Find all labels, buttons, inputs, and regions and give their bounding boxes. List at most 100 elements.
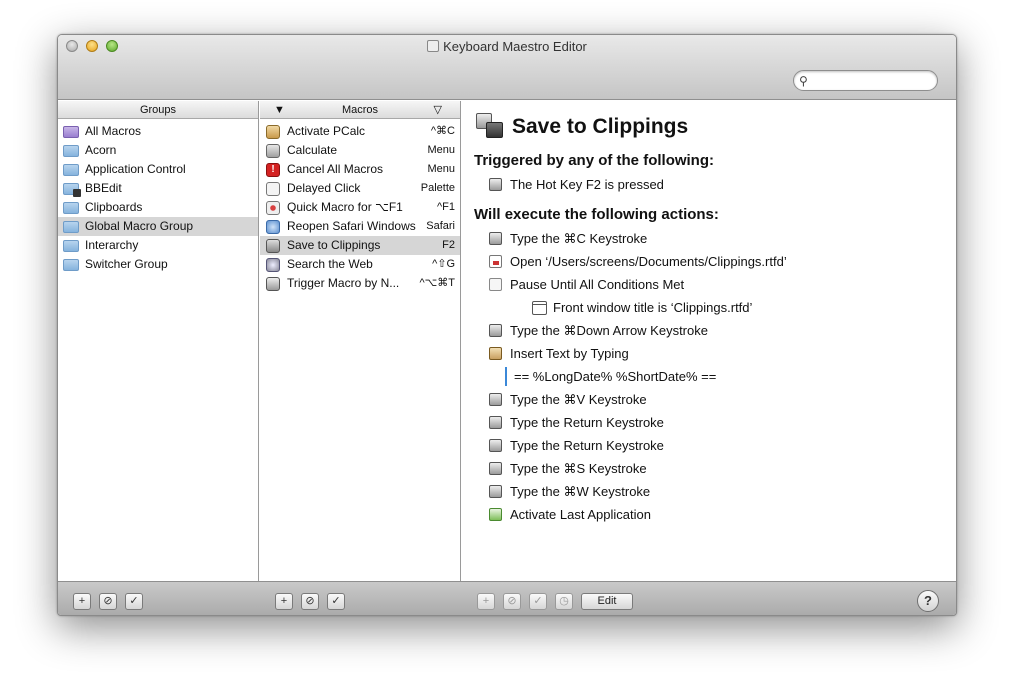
action-label: Type the Return Keystroke — [510, 415, 664, 430]
keyboard-icon — [489, 416, 502, 429]
action-label: Front window title is ‘Clippings.rtfd’ — [553, 300, 753, 315]
macro-item[interactable]: Trigger Macro by N... ^⌥⌘T — [260, 274, 460, 293]
clipping-icon — [266, 239, 280, 253]
action-label: Insert Text by Typing — [510, 346, 629, 361]
action-label: Type the ⌘V Keystroke — [510, 392, 647, 407]
group-item[interactable]: BBEdit — [58, 179, 258, 198]
sort-ascending-icon[interactable]: ▽ — [434, 101, 442, 119]
window-icon — [532, 301, 547, 315]
macro-item[interactable]: Activate PCalc ^⌘C — [260, 122, 460, 141]
groups-column: Groups All Macros Acorn Application Contro… — [58, 101, 259, 581]
action-item[interactable]: Insert Text by Typing — [474, 342, 956, 365]
edit-button[interactable]: Edit — [581, 593, 633, 610]
smart-folder-icon — [63, 126, 79, 138]
macro-trigger-key: Safari — [426, 220, 455, 232]
action-item[interactable]: Type the ⌘W Keystroke — [474, 480, 956, 503]
document-icon — [489, 255, 502, 268]
group-item-label: All Macros — [85, 124, 142, 138]
timer-button[interactable]: ◷ — [555, 593, 573, 610]
enable-group-button[interactable]: ✓ — [125, 593, 143, 610]
group-item-label: Switcher Group — [85, 257, 168, 271]
clipboard-icon — [489, 347, 502, 360]
disable-macro-button[interactable]: ⊘ — [301, 593, 319, 610]
macro-item[interactable]: Calculate Menu — [260, 141, 460, 160]
trigger-text: The Hot Key F2 is pressed — [510, 177, 664, 192]
action-item[interactable]: Type the ⌘V Keystroke — [474, 388, 956, 411]
group-item[interactable]: Global Macro Group — [58, 217, 258, 236]
macro-item[interactable]: Quick Macro for ⌥F1 ^F1 — [260, 198, 460, 217]
group-item[interactable]: Acorn — [58, 141, 258, 160]
macro-item[interactable]: ! Cancel All Macros Menu — [260, 160, 460, 179]
group-item-label: Interarchy — [85, 238, 139, 252]
window-title-text: Keyboard Maestro Editor — [443, 39, 587, 54]
condition-item[interactable]: Front window title is ‘Clippings.rtfd’ — [474, 296, 956, 319]
action-item[interactable]: Type the Return Keystroke — [474, 434, 956, 457]
enable-action-button[interactable]: ✓ — [529, 593, 547, 610]
action-item[interactable]: Open ‘/Users/screens/Documents/Clippings… — [474, 250, 956, 273]
action-item[interactable]: Activate Last Application — [474, 503, 956, 526]
keyboard-icon — [266, 277, 280, 291]
macro-item-label: Calculate — [287, 143, 338, 157]
action-item[interactable]: Type the ⌘S Keystroke — [474, 457, 956, 480]
macro-title[interactable]: Save to Clippings — [474, 107, 956, 147]
group-item-label: Acorn — [85, 143, 117, 157]
web-icon — [266, 258, 280, 272]
enable-macro-button[interactable]: ✓ — [327, 593, 345, 610]
group-item[interactable]: All Macros — [58, 122, 258, 141]
application-icon — [489, 508, 502, 521]
search-field[interactable]: ⚲ — [793, 70, 938, 91]
sort-descending-icon[interactable]: ▼ — [274, 101, 285, 119]
action-label: Type the ⌘Down Arrow Keystroke — [510, 323, 708, 338]
app-folder-icon — [63, 183, 81, 197]
actions-heading: Will execute the following actions: — [474, 206, 719, 223]
macro-item-label: Search the Web — [287, 257, 373, 271]
add-group-button[interactable]: + — [73, 593, 91, 610]
disable-action-button[interactable]: ⊘ — [503, 593, 521, 610]
clock-icon — [489, 278, 502, 291]
macro-item-label: Reopen Safari Windows — [287, 219, 416, 233]
folder-icon — [63, 145, 79, 157]
help-button[interactable]: ? — [917, 590, 939, 612]
action-item[interactable]: Pause Until All Conditions Met — [474, 273, 956, 296]
macro-item-label: Delayed Click — [287, 181, 361, 195]
macros-header[interactable]: ▼ Macros ▽ — [260, 101, 460, 119]
group-item-label: BBEdit — [85, 181, 122, 195]
groups-header[interactable]: Groups — [58, 101, 258, 119]
macro-trigger-key: ^F1 — [437, 201, 455, 213]
add-action-button[interactable]: + — [477, 593, 495, 610]
disable-group-button[interactable]: ⊘ — [99, 593, 117, 610]
macro-item[interactable]: Save to Clippings F2 — [260, 236, 460, 255]
group-item[interactable]: Switcher Group — [58, 255, 258, 274]
folder-icon — [63, 202, 79, 214]
window-title: Keyboard Maestro Editor — [58, 39, 956, 54]
app-icon — [427, 40, 440, 52]
action-text-value[interactable]: == %LongDate% %ShortDate% == — [474, 365, 956, 388]
action-label: Open ‘/Users/screens/Documents/Clippings… — [510, 254, 787, 269]
group-item-label: Application Control — [85, 162, 186, 176]
keyboard-icon — [489, 324, 502, 337]
triggers-heading: Triggered by any of the following: — [474, 152, 715, 169]
group-item[interactable]: Clipboards — [58, 198, 258, 217]
macro-item[interactable]: Reopen Safari Windows Safari — [260, 217, 460, 236]
macro-trigger-key: ^⇧G — [432, 258, 455, 270]
folder-icon — [63, 221, 79, 233]
macros-list: Activate PCalc ^⌘C Calculate Menu ! Cancel Al… — [260, 119, 460, 293]
macro-item-label: Save to Clippings — [287, 238, 381, 252]
action-item[interactable]: Type the ⌘C Keystroke — [474, 227, 956, 250]
add-macro-button[interactable]: + — [275, 593, 293, 610]
keyboard-icon — [489, 462, 502, 475]
keyboard-icon — [489, 178, 502, 191]
action-label: Activate Last Application — [510, 507, 651, 522]
action-item[interactable]: Type the ⌘Down Arrow Keystroke — [474, 319, 956, 342]
macro-trigger-key: Menu — [427, 144, 455, 156]
group-item[interactable]: Interarchy — [58, 236, 258, 255]
action-item[interactable]: Type the Return Keystroke — [474, 411, 956, 434]
trigger-hot-key[interactable]: The Hot Key F2 is pressed — [474, 173, 956, 196]
safari-icon — [266, 220, 280, 234]
editor-window: Keyboard Maestro Editor ⚲ Groups All Mac… — [57, 34, 957, 616]
group-item[interactable]: Application Control — [58, 160, 258, 179]
macro-item[interactable]: Search the Web ^⇧G — [260, 255, 460, 274]
macro-item[interactable]: Delayed Click Palette — [260, 179, 460, 198]
macro-trigger-key: F2 — [442, 239, 455, 251]
action-label: Type the ⌘S Keystroke — [510, 461, 647, 476]
